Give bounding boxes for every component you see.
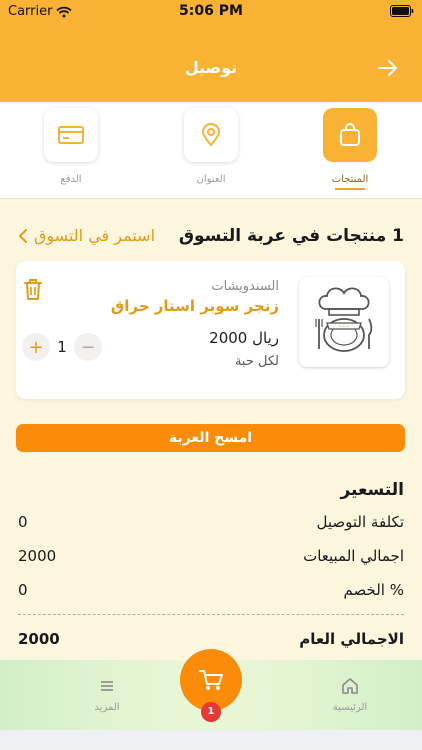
active-tab-indicator: [335, 188, 365, 190]
quantity-stepper: + 1 −: [22, 331, 102, 363]
subtotal-value: 2000: [18, 547, 57, 565]
item-name: زنجر سوبر استار حراق: [110, 297, 279, 315]
cart-count-title: 1 منتجات في عربة التسوق: [178, 226, 404, 246]
tab-address[interactable]: العنوان: [181, 108, 241, 185]
nav-home[interactable]: الرئيسية: [310, 676, 390, 713]
delivery-cost-value: 0: [18, 513, 28, 531]
location-pin-icon: [201, 123, 221, 147]
tab-payment-label: الدفع: [60, 174, 82, 185]
status-time: 5:06 PM: [179, 3, 243, 19]
nav-more[interactable]: المزيد: [67, 676, 147, 713]
cart-badge: 1: [201, 702, 221, 722]
app-header: Carrier 5:06 PM توصيل: [0, 0, 422, 102]
cart-header: 1 منتجات في عربة التسوق استمر في التسوق: [18, 226, 404, 250]
delivery-cost-row: تكلفة التوصيل 0: [18, 513, 404, 535]
menu-icon: [101, 681, 113, 691]
home-icon: [342, 678, 358, 694]
quantity-value: 1: [57, 338, 67, 356]
home-indicator-area: [0, 730, 422, 750]
nav-home-label: الرئيسية: [332, 702, 368, 713]
tab-products-label: المنتجات: [331, 174, 369, 185]
grand-total-label: الاجمالي العام: [299, 630, 404, 648]
discount-value: 0: [18, 581, 28, 599]
pricing-title: التسعير: [340, 480, 404, 500]
increase-quantity-button[interactable]: +: [22, 333, 50, 361]
trash-icon[interactable]: [22, 277, 44, 301]
clear-cart-button[interactable]: امسح العربة: [16, 424, 405, 452]
svg-text:~~~: ~~~: [338, 324, 351, 330]
battery-icon: [390, 5, 414, 17]
continue-shopping-label: استمر في التسوق: [34, 226, 156, 245]
cart-icon: [199, 670, 223, 690]
grand-total-value: 2000: [18, 630, 60, 648]
decrease-quantity-button[interactable]: −: [73, 333, 102, 361]
subtotal-label: اجمالي المبيعات: [303, 547, 404, 565]
item-price: 2000 ريال: [209, 329, 279, 347]
subtotal-row: اجمالي المبيعات 2000: [18, 547, 404, 569]
status-bar: Carrier 5:06 PM: [0, 0, 422, 24]
discount-row: الخصم % 0: [18, 581, 404, 603]
product-image[interactable]: ~~~: [299, 277, 389, 367]
cart-item-card: ~~~ السندويشات زنجر سوبر استار حراق 2000…: [16, 261, 405, 399]
chevron-left-icon: [19, 228, 27, 243]
back-arrow-icon[interactable]: [376, 56, 400, 80]
item-unit: لكل حبة: [234, 354, 279, 369]
item-category: السندويشات: [211, 279, 279, 294]
discount-label: الخصم %: [343, 581, 404, 599]
shopping-bag-icon: [340, 123, 360, 146]
delivery-cost-label: تكلفة التوصيل: [316, 513, 404, 531]
nav-more-label: المزيد: [94, 702, 120, 713]
tab-address-label: العنوان: [196, 174, 226, 185]
checkout-steps: المنتجات العنوان الدفع: [0, 102, 422, 199]
tab-products[interactable]: المنتجات: [320, 108, 380, 190]
continue-shopping-link[interactable]: استمر في التسوق: [18, 226, 155, 245]
pricing-divider: [18, 614, 404, 615]
tab-payment[interactable]: الدفع: [41, 108, 101, 185]
chef-hat-logo-icon: ~~~: [315, 287, 373, 352]
credit-card-icon: [58, 126, 84, 144]
page-title: توصيل: [184, 58, 238, 77]
